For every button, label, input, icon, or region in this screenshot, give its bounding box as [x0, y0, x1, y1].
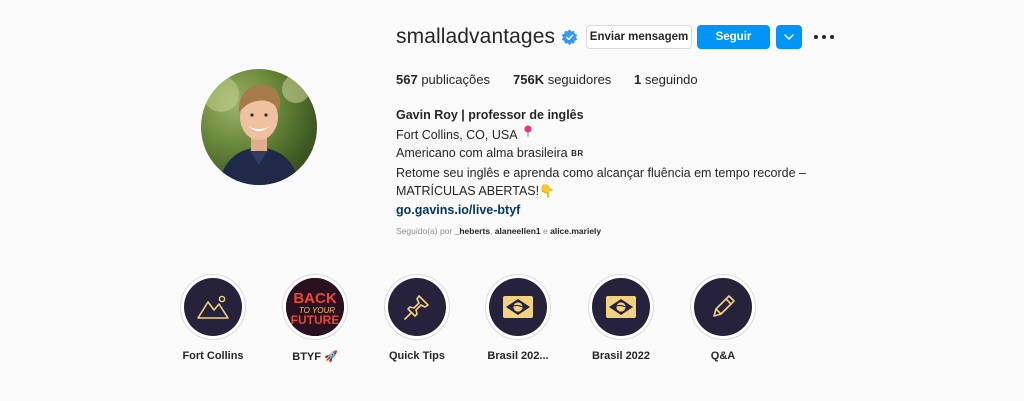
brazil-flag-icon	[503, 296, 533, 318]
highlight-qa[interactable]: Q&A	[678, 274, 768, 362]
followed-by-conjunction: e	[543, 226, 548, 236]
highlight-label: Fort Collins	[182, 350, 244, 362]
followers-stat[interactable]: 756K seguidores	[513, 72, 611, 87]
followed-by-user-2[interactable]: alaneellen1	[495, 226, 541, 236]
following-count: 1	[634, 72, 642, 87]
send-message-button[interactable]: Enviar mensagem	[586, 25, 692, 49]
highlight-cover	[489, 278, 547, 336]
highlight-cover	[388, 278, 446, 336]
chevron-down-icon	[784, 34, 794, 40]
highlight-cover	[694, 278, 752, 336]
followed-by-prefix: Seguido(a) por	[396, 226, 453, 236]
bio-line-1: Americano com alma brasileira BR	[396, 144, 826, 164]
highlight-ring	[588, 274, 654, 340]
highlight-cover	[184, 278, 242, 336]
highlight-brasil-1[interactable]: Brasil 202...	[473, 274, 563, 362]
follow-button[interactable]: Seguir	[697, 25, 770, 49]
pin-icon	[524, 125, 532, 136]
profile-avatar[interactable]	[201, 69, 317, 185]
cover-text-future: FUTURE	[291, 313, 340, 327]
highlight-label: Quick Tips	[388, 350, 446, 362]
followers-count: 756K	[513, 72, 545, 87]
pencil-icon	[713, 295, 735, 317]
highlight-ring	[180, 274, 246, 340]
profile-header: smalladvantages	[396, 24, 578, 50]
username: smalladvantages	[396, 25, 556, 48]
following-label: seguindo	[644, 72, 698, 87]
back-to-your-future-cover: BACK TO YOUR FUTURE	[286, 278, 344, 336]
bio-line-2: Retome seu inglês e aprenda como alcança…	[396, 165, 806, 180]
cover-text-back: BACK	[293, 290, 336, 307]
bio-line-3: MATRÍCULAS ABERTAS!👇	[396, 182, 826, 201]
brazil-flag-text: BR	[571, 149, 584, 158]
more-options-icon[interactable]	[814, 30, 834, 44]
mountains-icon	[197, 295, 229, 319]
highlight-quick-tips[interactable]: Quick Tips	[372, 274, 462, 362]
full-name: Gavin Roy | professor de inglês	[396, 108, 584, 122]
suggested-accounts-button[interactable]	[776, 25, 802, 49]
followed-by[interactable]: Seguido(a) por _heberts, alaneellen1 e a…	[396, 226, 601, 236]
bio-line-1-text: Americano com alma brasileira	[396, 146, 568, 160]
highlight-label: Brasil 202...	[487, 350, 549, 362]
pointing-down-emoji: 👇	[539, 184, 555, 198]
verified-badge-icon	[561, 28, 578, 46]
followed-by-user-3[interactable]: alice.mariely	[550, 226, 601, 236]
highlight-label: Brasil 2022	[591, 350, 651, 362]
highlight-ring	[690, 274, 756, 340]
highlight-fort-collins[interactable]: Fort Collins	[168, 274, 258, 362]
posts-label: publicações	[421, 72, 490, 87]
posts-count: 567	[396, 72, 418, 87]
bio-location-line: Fort Collins, CO, USA	[396, 125, 826, 145]
pushpin-icon	[404, 295, 429, 320]
bio-link[interactable]: go.gavins.io/live-btyf	[396, 201, 826, 220]
followed-by-user-1[interactable]: _heberts	[455, 226, 490, 236]
highlight-ring	[384, 274, 450, 340]
profile-bio: Gavin Roy | professor de inglês Fort Col…	[396, 106, 826, 219]
followers-label: seguidores	[547, 72, 612, 87]
highlight-brasil-2022[interactable]: Brasil 2022	[576, 274, 666, 362]
highlight-label: Q&A	[710, 350, 736, 362]
highlight-btyf[interactable]: BACK TO YOUR FUTURE BTYF 🚀	[270, 274, 360, 363]
highlight-label: BTYF 🚀	[292, 351, 338, 363]
highlight-ring: BACK TO YOUR FUTURE	[282, 274, 348, 340]
posts-stat: 567 publicações	[396, 72, 490, 87]
bio-location: Fort Collins, CO, USA	[396, 127, 517, 142]
brazil-flag-icon	[606, 296, 636, 318]
following-stat[interactable]: 1 seguindo	[634, 72, 698, 87]
highlight-cover	[592, 278, 650, 336]
avatar-portrait	[203, 75, 310, 185]
highlight-ring	[485, 274, 551, 340]
bio-line-3-text: MATRÍCULAS ABERTAS!	[396, 184, 540, 198]
